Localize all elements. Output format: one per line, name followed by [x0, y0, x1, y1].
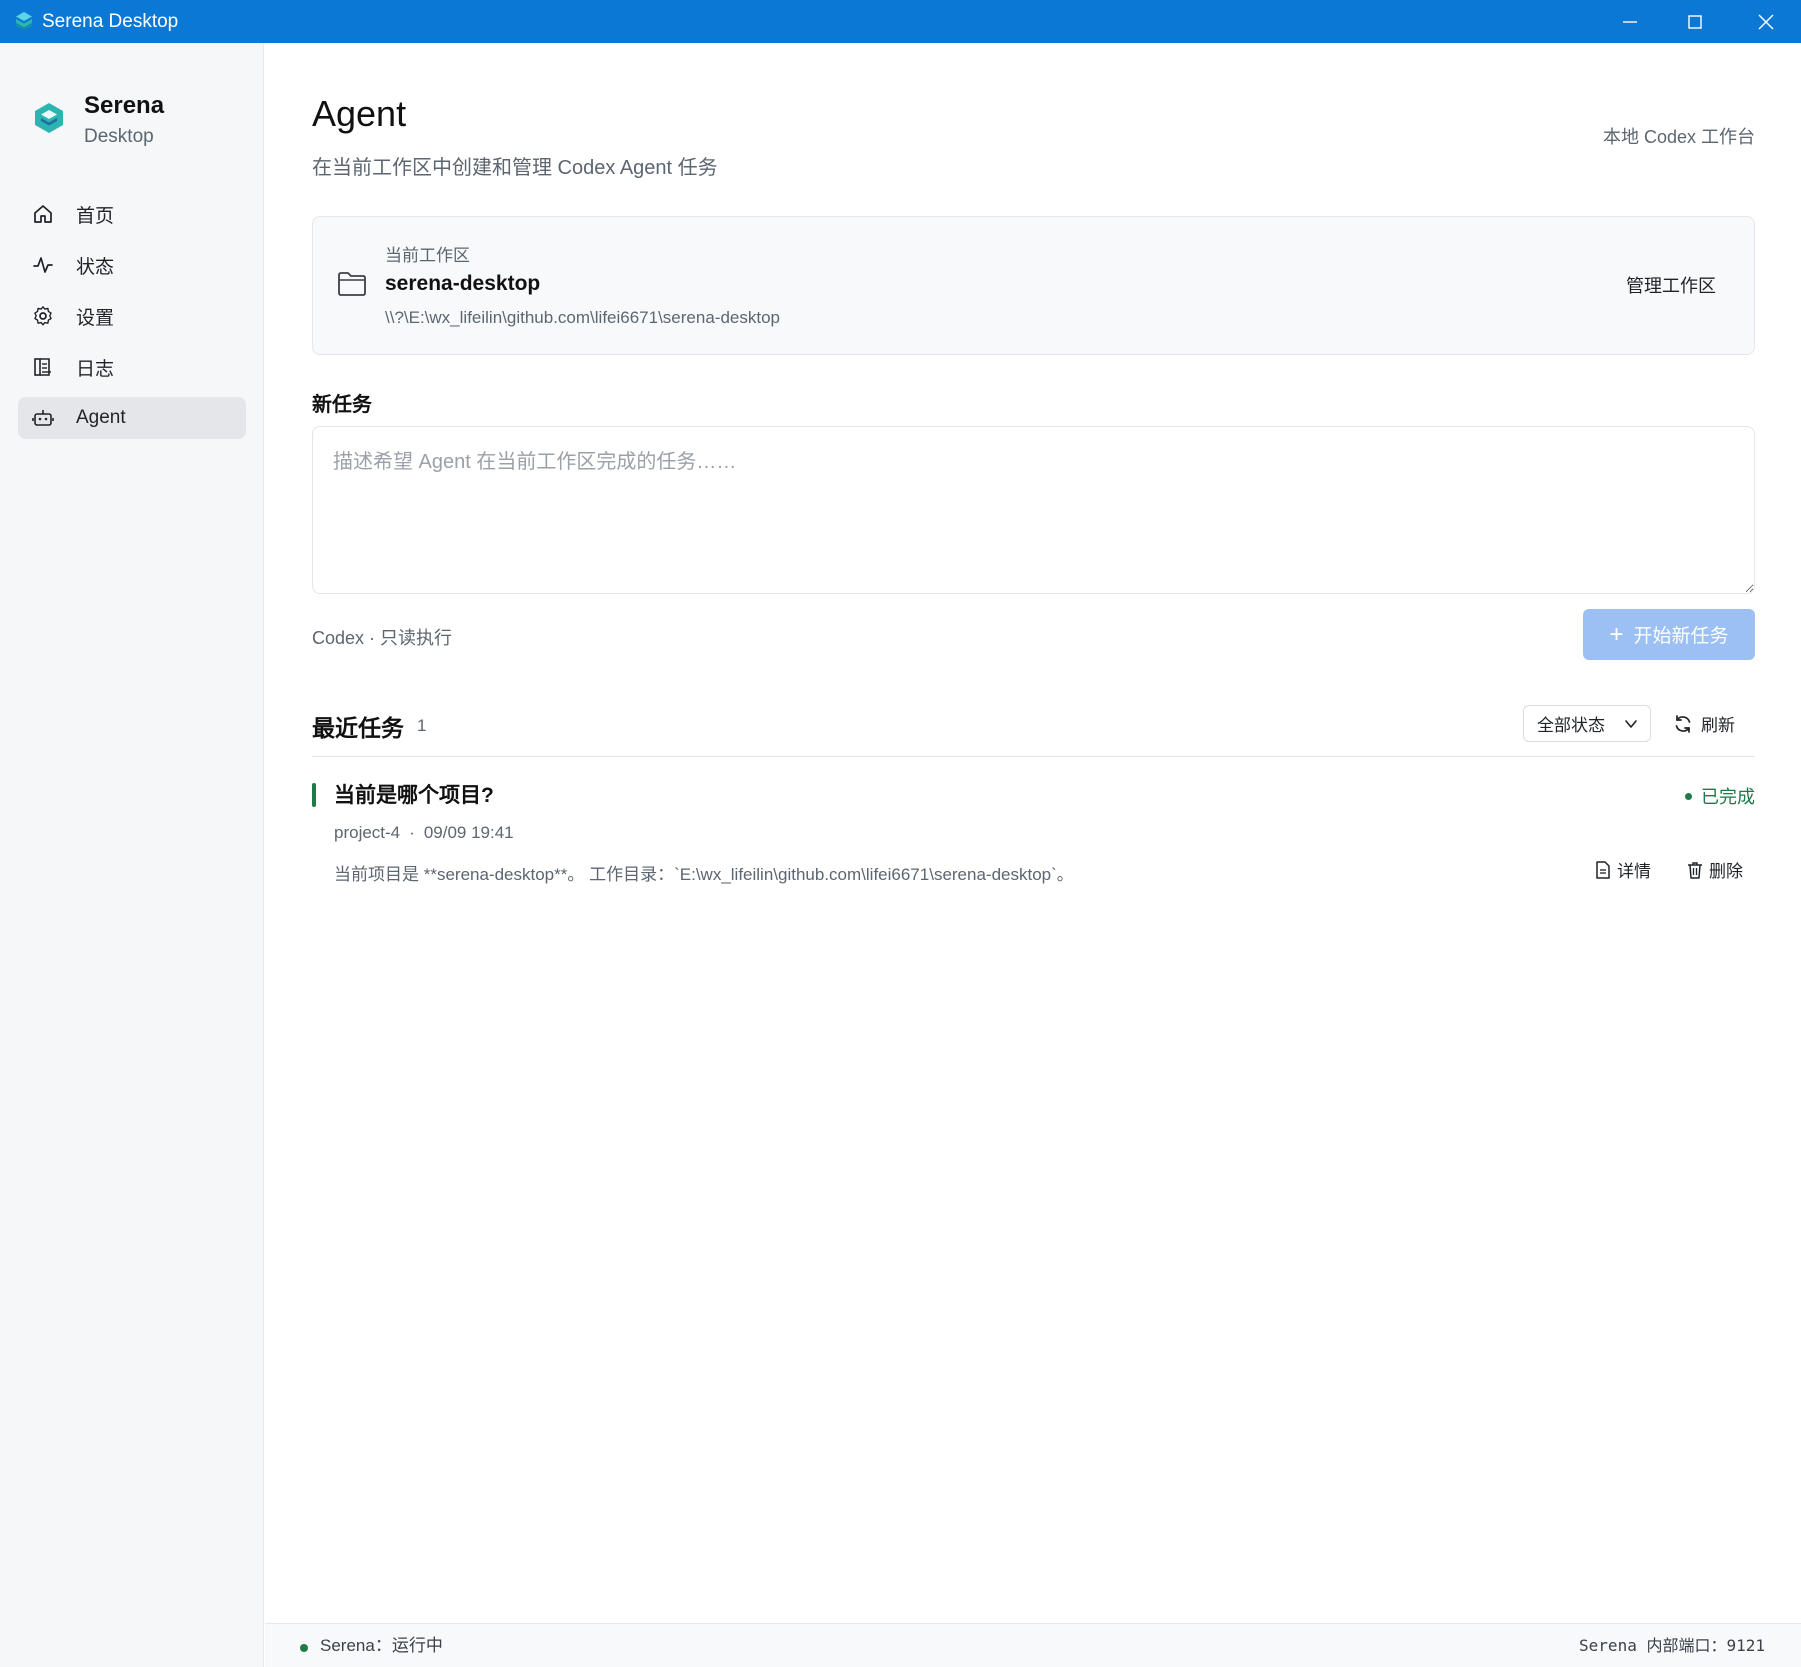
task-time: 09/09 19:41 — [423, 823, 514, 842]
trash-icon — [1688, 861, 1702, 879]
internal-port-text: Serena 内部端口：9121 — [1579, 1636, 1765, 1655]
task-title: 当前是哪个项目? — [334, 784, 494, 807]
plus-icon: + — [1609, 620, 1624, 648]
maximize-icon — [1688, 14, 1702, 29]
main-content: Agent 在当前工作区中创建和管理 Codex Agent 任务 本地 Cod… — [265, 43, 1801, 1623]
serena-status-text: Serena：运行中 — [320, 1636, 443, 1655]
task-project: project-4 — [334, 823, 401, 842]
manage-workspace-button[interactable]: 管理工作区 — [1626, 272, 1716, 298]
workspace-label: 当前工作区 — [385, 246, 470, 265]
sidebar-item-label: 设置 — [76, 307, 115, 329]
sidebar-item-logs[interactable]: 日志 — [18, 346, 246, 388]
serena-logo-icon — [35, 103, 63, 133]
app-icon — [16, 12, 32, 30]
refresh-icon — [1675, 714, 1691, 733]
task-list-item[interactable]: 当前是哪个项目? 已完成 project-4 · 09/09 19:41 当前项目是… — [312, 783, 1755, 893]
workspace-path: \\?\E:\wx_lifeilin\github.com\lifei6671\… — [385, 308, 780, 327]
folder-icon — [338, 272, 366, 296]
maximize-button[interactable] — [1660, 0, 1730, 43]
task-description-input[interactable] — [312, 426, 1755, 594]
chevron-down-icon — [1625, 720, 1637, 728]
task-delete-label: 删除 — [1709, 862, 1743, 881]
minimize-icon — [1623, 20, 1637, 23]
execution-mode-text: Codex · 只读执行 — [312, 628, 453, 648]
minimize-button[interactable] — [1595, 0, 1665, 43]
new-task-label: 新任务 — [312, 394, 372, 416]
refresh-button[interactable]: 刷新 — [1673, 705, 1735, 742]
sidebar-item-home[interactable]: 首页 — [18, 193, 246, 235]
sidebar-nav: 首页 状态 设置 日志 Agent — [18, 193, 246, 448]
window-title: Serena Desktop — [42, 11, 179, 32]
task-summary: 当前项目是 **serena-desktop**。 工作目录：`E:\wx_li… — [334, 865, 1074, 884]
log-icon — [32, 356, 54, 378]
task-delete-button[interactable]: 删除 — [1687, 857, 1743, 882]
brand-subtitle: Desktop — [84, 126, 154, 147]
page-tag: 本地 Codex 工作台 — [1602, 127, 1755, 147]
start-task-label: 开始新任务 — [1633, 626, 1729, 647]
close-icon — [1758, 14, 1774, 29]
status-dot-icon — [1685, 792, 1692, 800]
page-title: Agent — [312, 93, 407, 134]
task-meta: project-4 · 09/09 19:41 — [334, 823, 514, 842]
sidebar-item-status[interactable]: 状态 — [18, 244, 246, 286]
sidebar-item-label: 日志 — [76, 358, 115, 380]
task-status-text: 已完成 — [1701, 787, 1755, 807]
gear-icon — [32, 305, 54, 327]
status-bar: Serena：运行中 Serena 内部端口：9121 — [265, 1623, 1801, 1667]
workspace-name: serena-desktop — [385, 272, 541, 295]
recent-tasks-count: 1 — [417, 716, 427, 735]
sidebar-item-agent[interactable]: Agent — [18, 397, 246, 439]
document-icon — [1596, 860, 1610, 879]
refresh-label: 刷新 — [1701, 716, 1735, 735]
robot-icon — [32, 407, 54, 429]
start-task-button[interactable]: + 开始新任务 — [1583, 609, 1755, 660]
task-detail-label: 详情 — [1617, 862, 1651, 881]
workspace-card: 当前工作区 serena-desktop \\?\E:\wx_lifeilin\… — [312, 216, 1755, 355]
divider — [312, 756, 1755, 757]
task-status-bar — [312, 783, 316, 807]
close-button[interactable] — [1731, 0, 1801, 43]
status-filter-value: 全部状态 — [1537, 716, 1605, 735]
activity-icon — [32, 254, 54, 276]
page-subtitle: 在当前工作区中创建和管理 Codex Agent 任务 — [312, 157, 718, 179]
status-filter-select[interactable]: 全部状态 — [1523, 705, 1651, 742]
title-bar: Serena Desktop — [0, 0, 1801, 43]
sidebar-item-settings[interactable]: 设置 — [18, 295, 246, 337]
sidebar: Serena Desktop 首页 状态 设置 日志 Agent — [0, 43, 264, 1667]
task-detail-button[interactable]: 详情 — [1595, 857, 1651, 882]
brand-name: Serena — [84, 92, 165, 119]
home-icon — [32, 203, 54, 225]
running-status-dot-icon — [300, 1644, 308, 1652]
task-actions: 详情 删除 — [1559, 857, 1743, 882]
status-badge: 已完成 — [1685, 783, 1755, 809]
brand: Serena Desktop — [32, 91, 164, 151]
sidebar-item-label: 首页 — [76, 205, 115, 227]
sidebar-item-label: 状态 — [76, 256, 115, 278]
recent-tasks-title: 最近任务 — [312, 715, 404, 741]
sidebar-item-label: Agent — [76, 407, 126, 428]
